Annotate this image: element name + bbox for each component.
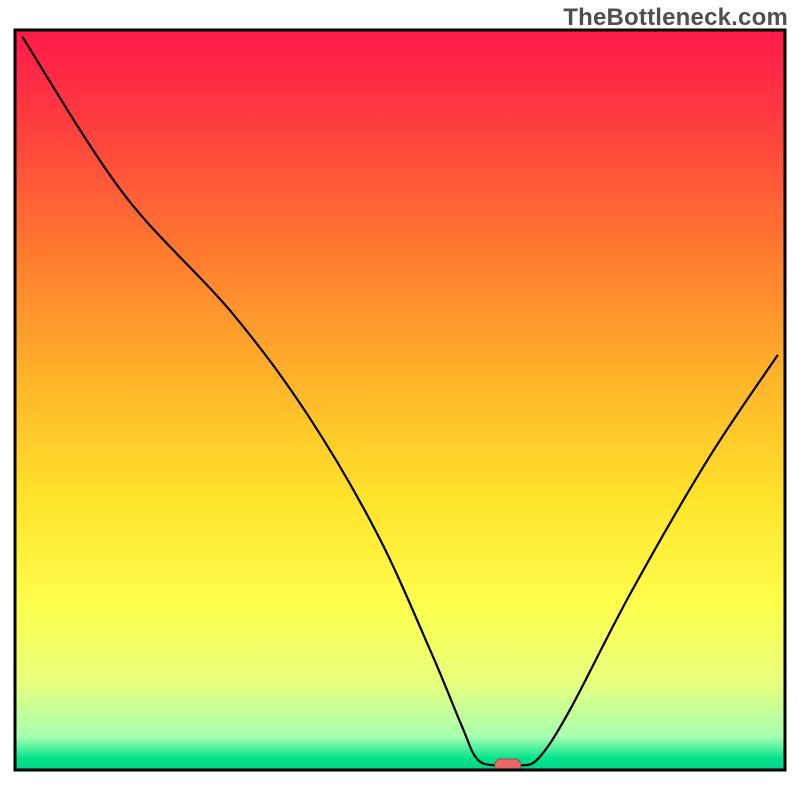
watermark-text: TheBottleneck.com [563, 4, 788, 32]
bottleneck-chart [0, 0, 800, 800]
heat-gradient-background [15, 30, 785, 770]
chart-frame: TheBottleneck.com [0, 0, 800, 800]
